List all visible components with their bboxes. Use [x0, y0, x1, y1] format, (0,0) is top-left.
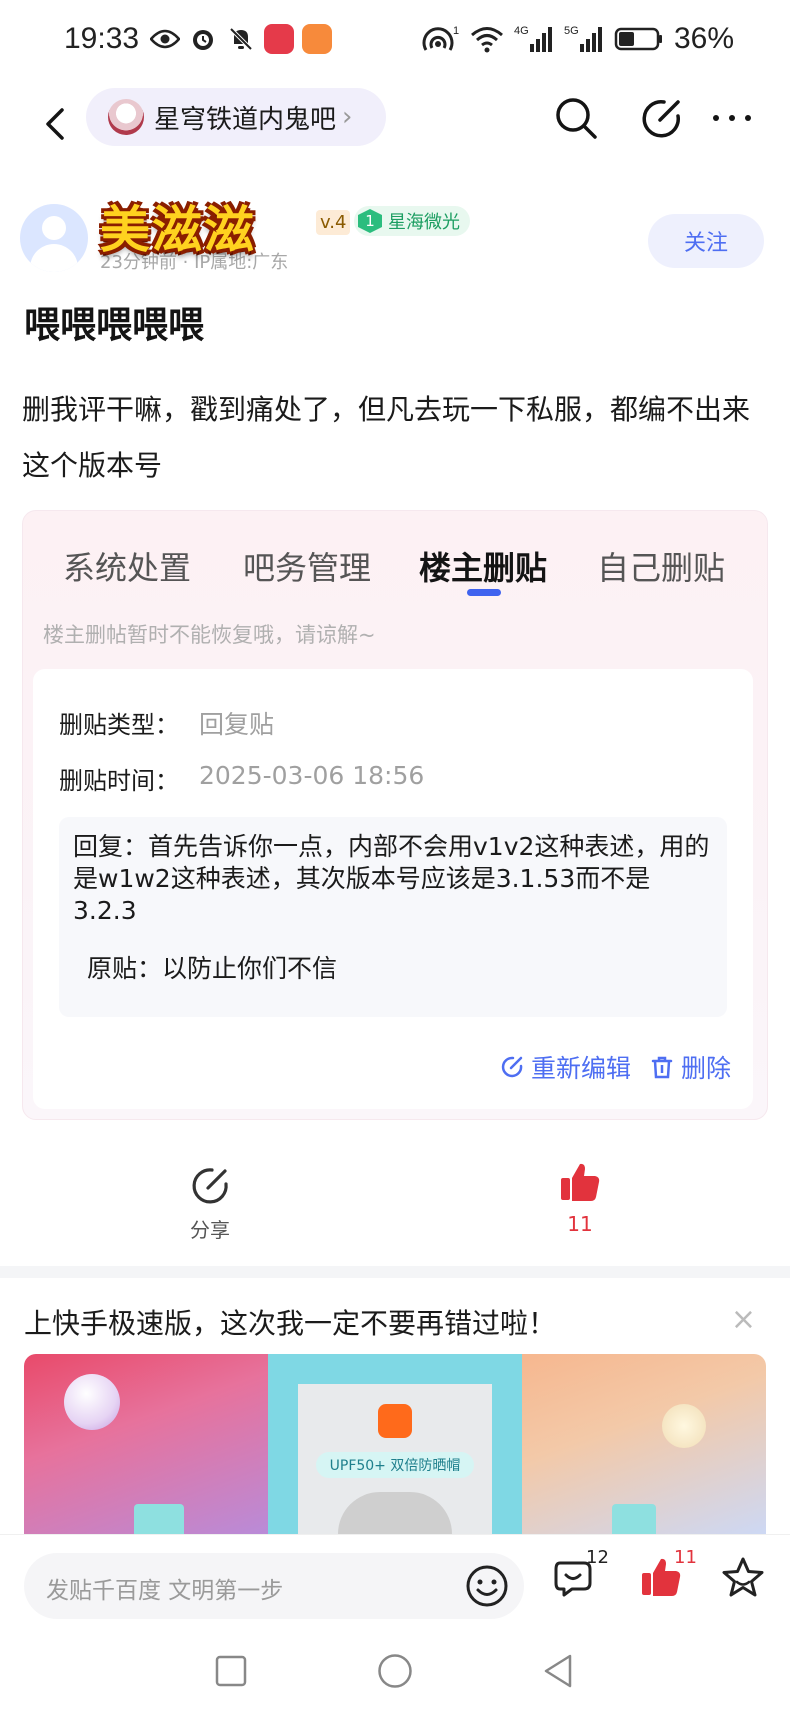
forum-name: 星穹铁道内鬼吧: [154, 104, 337, 135]
top-nav: 星穹铁道内鬼吧 ›: [0, 82, 790, 178]
deleted-detail: 删贴类型： 回复贴 删贴时间： 2025-03-06 18:56 回复：首先告诉…: [33, 669, 753, 1109]
chevron-left-icon: [46, 108, 64, 140]
reply-bar: 发贴千百度 文明第一步 12 11: [0, 1534, 790, 1634]
bottom-like-count: 11: [674, 1547, 697, 1568]
battery-icon: [614, 27, 662, 51]
follow-button[interactable]: 关注: [648, 214, 764, 268]
app-notification-icon: [302, 24, 332, 54]
tab-owner-deleted[interactable]: 楼主删贴: [419, 543, 547, 589]
eye-icon: [150, 24, 180, 54]
ad-product-tag: UPF50+ 双倍防晒帽: [316, 1452, 474, 1478]
hotspot-icon: 1: [422, 25, 459, 51]
ad-title[interactable]: 上快手极速版，这次我一定不要再错过啦！: [24, 1302, 556, 1342]
signal-5g-icon: 5G: [564, 25, 602, 52]
post-title: 喂喂喂喂喂: [24, 305, 205, 346]
author-nickname[interactable]: 美滋滋: [100, 190, 256, 268]
delete-button[interactable]: 删除: [649, 1049, 731, 1085]
ad-image-2: UPF50+ 双倍防晒帽: [268, 1354, 522, 1534]
thumbs-up-icon: [561, 1163, 600, 1201]
recents-icon[interactable]: [214, 1654, 248, 1688]
original-post-text: 原贴：以防止你们不信: [87, 954, 338, 983]
card-actions: 重新编辑 删除: [499, 1049, 731, 1085]
tab-system[interactable]: 系统处置: [63, 543, 191, 589]
comments-button[interactable]: 12: [552, 1547, 609, 1605]
svg-text:1: 1: [453, 25, 459, 37]
engagement-bar: 分享 11: [0, 1150, 790, 1280]
status-bar: 19:33 1 4G 5G 36%: [0, 0, 790, 82]
active-tab-indicator: [467, 589, 501, 596]
more-button[interactable]: [706, 92, 758, 144]
post-content: 删我评干嘛，戳到痛处了，但凡去玩一下私服，都编不出来这个版本号: [22, 393, 751, 482]
kuaishou-logo-icon: [378, 1404, 412, 1438]
wifi-icon: [470, 27, 503, 53]
author-row: 23分钟前 · IP属地:广东 美滋滋 v.4 1 星海微光 关注: [0, 190, 790, 280]
ad-image-3: [522, 1354, 766, 1534]
battery-percent: 36%: [673, 22, 734, 55]
deleted-post-card: 系统处置 吧务管理 楼主删贴 自己删贴 楼主删帖暂时不能恢复哦，请谅解~ 删贴类…: [22, 510, 768, 1120]
share-icon: [192, 1168, 228, 1204]
card-hint: 楼主删帖暂时不能恢复哦，请谅解~: [43, 623, 376, 647]
favorite-button[interactable]: [720, 1555, 770, 1605]
level-badge: v.4: [316, 210, 351, 235]
reply-input[interactable]: 发贴千百度 文明第一步: [24, 1553, 524, 1619]
reply-text: 回复：首先告诉你一点，内部不会用v1v2这种表述，用的是w1w2这种表述，其次版…: [73, 832, 710, 925]
avatar[interactable]: [20, 204, 88, 272]
forum-link[interactable]: 星穹铁道内鬼吧 ›: [86, 88, 386, 146]
reedit-label: 重新编辑: [530, 1054, 631, 1083]
comment-count: 12: [586, 1547, 609, 1568]
search-icon: [556, 98, 597, 139]
ad-image-1: [24, 1354, 268, 1534]
time-label: 删贴时间：: [59, 767, 179, 795]
section-divider: [0, 1266, 790, 1278]
badge-level: 1: [358, 209, 382, 233]
compose-button[interactable]: [636, 92, 688, 144]
signal-4g-icon: 4G: [514, 25, 552, 52]
status-system-icons: 1 4G 5G 36%: [420, 22, 734, 56]
reply-placeholder: 发贴千百度 文明第一步: [46, 1578, 284, 1604]
chevron-right-icon: ›: [342, 102, 353, 132]
svg-text:5G: 5G: [564, 25, 579, 37]
type-value: 回复贴: [199, 710, 275, 739]
deleted-reply-quote: 回复：首先告诉你一点，内部不会用v1v2这种表述，用的是w1w2这种表述，其次版…: [59, 817, 727, 1017]
status-notification-icons: [150, 24, 332, 54]
member-badge: 1 星海微光: [354, 206, 470, 236]
tab-moderator[interactable]: 吧务管理: [243, 543, 371, 589]
edit-icon: [501, 1056, 523, 1078]
search-button[interactable]: [550, 92, 602, 144]
alarm-icon: [188, 24, 218, 54]
status-time: 19:33: [64, 22, 140, 55]
back-button[interactable]: [30, 98, 82, 150]
badge-name: 星海微光: [388, 212, 460, 233]
more-icon: [713, 115, 751, 121]
like-button[interactable]: 11: [550, 1160, 610, 1236]
like-count: 11: [567, 1212, 593, 1236]
home-icon[interactable]: [376, 1652, 414, 1690]
trash-icon: [651, 1056, 673, 1079]
delete-label: 删除: [680, 1054, 731, 1083]
share-button[interactable]: 分享: [180, 1164, 240, 1243]
deletion-tabs: 系统处置 吧务管理 楼主删贴 自己删贴: [23, 533, 769, 593]
emoji-icon[interactable]: [464, 1563, 510, 1609]
star-icon: [722, 1557, 764, 1597]
system-nav-bar: [0, 1634, 790, 1719]
forum-avatar: [108, 99, 144, 135]
compose-icon: [642, 100, 680, 138]
ad-close-button[interactable]: ×: [731, 1302, 756, 1337]
svg-text:4G: 4G: [514, 25, 529, 37]
mute-icon: [226, 24, 256, 54]
type-label: 删贴类型：: [59, 711, 179, 739]
bottom-like-button[interactable]: 11: [638, 1547, 697, 1605]
app-notification-icon: [264, 24, 294, 54]
time-value: 2025-03-06 18:56: [199, 761, 425, 790]
tab-self-deleted[interactable]: 自己删贴: [597, 543, 725, 589]
ad-images[interactable]: UPF50+ 双倍防晒帽: [24, 1354, 766, 1534]
share-label: 分享: [190, 1218, 230, 1242]
reedit-button[interactable]: 重新编辑: [499, 1049, 631, 1085]
back-nav-icon[interactable]: [540, 1652, 576, 1690]
